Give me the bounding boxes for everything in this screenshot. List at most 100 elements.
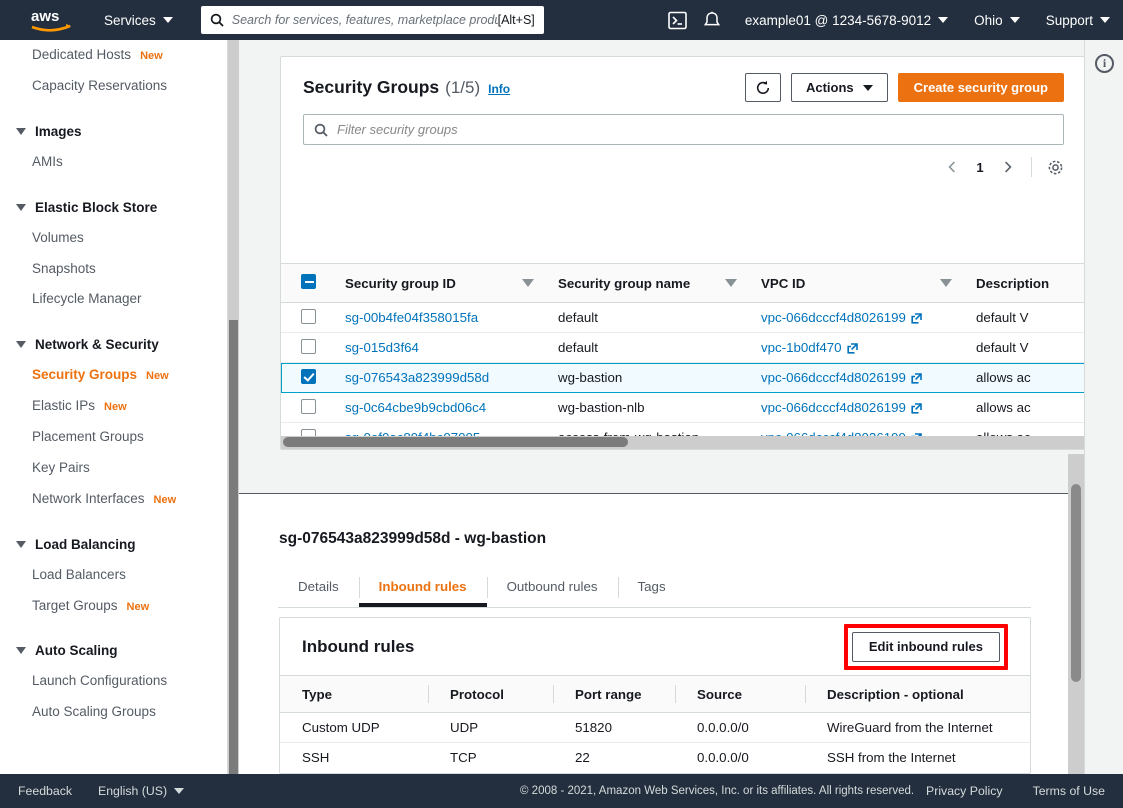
sidebar-scrollbar-thumb[interactable]	[229, 320, 238, 774]
tab-tags[interactable]: Tags	[617, 568, 686, 607]
filter-security-groups-input[interactable]	[337, 122, 1053, 137]
detail-panel-scrollbar[interactable]	[1068, 454, 1084, 774]
sidebar-group-network-security[interactable]: Network & Security	[0, 329, 227, 360]
filter-security-groups-box[interactable]	[303, 114, 1064, 145]
vpc-id-link[interactable]: vpc-066dcccf4d8026199	[761, 310, 906, 325]
sidebar-item-amis[interactable]: AMIs	[0, 147, 227, 178]
footer-left-group: Feedback English (US)	[18, 784, 185, 798]
sidebar-item-target-groups[interactable]: Target Groups New	[0, 591, 227, 622]
table-horizontal-scrollbar[interactable]	[281, 436, 1084, 449]
security-group-id-link[interactable]: sg-015d3f64	[345, 340, 419, 355]
privacy-policy-link[interactable]: Privacy Policy	[926, 784, 1003, 798]
language-selector[interactable]: English (US)	[98, 784, 185, 798]
sidebar-item-label: Dedicated Hosts	[32, 47, 132, 62]
sidebar-item-dedicated-hosts[interactable]: Dedicated Hosts New	[0, 40, 227, 71]
edit-inbound-rules-button[interactable]: Edit inbound rules	[851, 631, 1000, 662]
sidebar-group-elastic-block-store[interactable]: Elastic Block Store	[0, 192, 227, 223]
notifications-bell-icon[interactable]	[702, 10, 722, 30]
search-icon	[210, 13, 224, 27]
sidebar-item-label: Target Groups	[32, 597, 118, 613]
support-label: Support	[1045, 12, 1093, 28]
sidebar-item-auto-scaling-groups[interactable]: Auto Scaling Groups	[0, 697, 227, 728]
row-select-cell[interactable]	[281, 362, 335, 393]
sidebar-item-snapshots[interactable]: Snapshots	[0, 254, 227, 285]
sidebar-item-elastic-ips[interactable]: Elastic IPs New	[0, 391, 227, 422]
row-checkbox[interactable]	[301, 368, 316, 384]
page-previous-button[interactable]	[939, 154, 965, 180]
region-label: Ohio	[974, 12, 1003, 28]
refresh-button[interactable]	[744, 73, 781, 102]
sidebar-item-network-interfaces[interactable]: Network Interfaces New	[0, 484, 227, 515]
tab-details[interactable]: Details	[278, 568, 359, 607]
table-row[interactable]: sg-015d3f64 default vpc-1b0df470 default V	[281, 332, 1084, 363]
new-badge: New	[153, 493, 177, 506]
support-menu[interactable]: Support	[1033, 0, 1123, 40]
row-checkbox[interactable]	[301, 308, 316, 324]
sidebar-item-load-balancers[interactable]: Load Balancers	[0, 560, 227, 591]
sidebar-item-label: Network Interfaces	[32, 490, 145, 506]
row-select-cell[interactable]	[281, 392, 335, 423]
security-group-id-link[interactable]: sg-00b4fe04f358015fa	[345, 310, 478, 325]
cell-rule-protocol: TCP	[450, 750, 477, 766]
row-select-cell[interactable]	[281, 302, 335, 333]
security-groups-card: Security Groups (1/5) Info Actions Creat…	[280, 56, 1084, 450]
security-group-id-link[interactable]: sg-0c64cbe9b9cbd06c4	[345, 400, 486, 415]
new-badge: New	[126, 600, 150, 613]
row-checkbox[interactable]	[301, 398, 316, 414]
sidebar-item-lifecycle-manager[interactable]: Lifecycle Manager	[0, 284, 227, 315]
cell-vpc-id: vpc-1b0df470	[751, 332, 966, 363]
global-search-input[interactable]	[231, 13, 498, 27]
chevron-right-icon	[1005, 161, 1012, 173]
sidebar-item-placement-groups[interactable]: Placement Groups	[0, 422, 227, 453]
card-header-actions: Actions Create security group	[744, 73, 1064, 102]
main-content-area: Security Groups (1/5) Info Actions Creat…	[239, 40, 1084, 774]
sidebar-item-key-pairs[interactable]: Key Pairs	[0, 453, 227, 484]
create-security-group-button[interactable]: Create security group	[897, 73, 1064, 102]
sidebar-group-auto-scaling[interactable]: Auto Scaling	[0, 635, 227, 666]
sidebar-item-security-groups[interactable]: Security Groups New	[0, 360, 227, 391]
cell-rule-protocol: UDP	[428, 712, 553, 743]
page-next-button[interactable]	[995, 154, 1021, 180]
column-header-vpc-id[interactable]: VPC ID	[751, 263, 966, 303]
table-settings-button[interactable]	[1042, 154, 1068, 180]
sidebar-group-images[interactable]: Images	[0, 116, 227, 147]
info-link[interactable]: Info	[488, 82, 510, 96]
services-menu-button[interactable]: Services	[104, 13, 173, 28]
sidebar-item-volumes[interactable]: Volumes	[0, 223, 227, 254]
vpc-id-link[interactable]: vpc-1b0df470	[761, 340, 842, 355]
sidebar-item-launch-configurations[interactable]: Launch Configurations	[0, 666, 227, 697]
sidebar-group-load-balancing[interactable]: Load Balancing	[0, 529, 227, 560]
terms-of-use-link[interactable]: Terms of Use	[1033, 784, 1105, 798]
cloudshell-icon[interactable]	[668, 10, 688, 30]
table-horizontal-scrollbar-thumb[interactable]	[283, 437, 628, 447]
inbound-rules-card: Inbound rules Edit inbound rules Type Pr…	[279, 617, 1031, 774]
detail-panel-scrollbar-thumb[interactable]	[1071, 484, 1081, 682]
select-all-checkbox[interactable]	[301, 274, 316, 289]
sidebar-group-label: Images	[35, 123, 82, 139]
sidebar-item-capacity-reservations[interactable]: Capacity Reservations	[0, 71, 227, 102]
vpc-id-link[interactable]: vpc-066dcccf4d8026199	[761, 400, 906, 415]
table-row[interactable]: sg-076543a823999d58d wg-bastion vpc-066dcc…	[281, 362, 1084, 393]
region-menu[interactable]: Ohio	[961, 0, 1033, 40]
info-circle-icon[interactable]: i	[1095, 54, 1114, 73]
account-menu[interactable]: example01 @ 1234-5678-9012	[732, 0, 961, 40]
column-header-security-group-name[interactable]: Security group name	[548, 263, 751, 303]
global-search-box[interactable]: [Alt+S]	[200, 6, 544, 34]
feedback-link[interactable]: Feedback	[18, 784, 72, 798]
top-nav-right-group: example01 @ 1234-5678-9012 Ohio Support	[668, 0, 1123, 40]
page-number[interactable]: 1	[969, 160, 991, 175]
table-row[interactable]: sg-00b4fe04f358015fa default vpc-066dcccf4…	[281, 302, 1084, 333]
tab-outbound-rules[interactable]: Outbound rules	[486, 568, 618, 607]
actions-button[interactable]: Actions	[790, 73, 888, 102]
table-row[interactable]: sg-0c64cbe9b9cbd06c4 wg-bastion-nlb vpc-06…	[281, 392, 1084, 423]
security-group-id-link[interactable]: sg-076543a823999d58d	[345, 370, 489, 385]
row-select-cell[interactable]	[281, 332, 335, 363]
vpc-id-link[interactable]: vpc-066dcccf4d8026199	[761, 370, 906, 385]
column-header-security-group-id[interactable]: Security group ID	[335, 263, 548, 303]
tab-inbound-rules[interactable]: Inbound rules	[358, 568, 487, 607]
row-checkbox[interactable]	[301, 338, 316, 354]
aws-logo[interactable]: aws	[30, 7, 72, 33]
sidebar-scrollbar[interactable]	[228, 40, 239, 774]
detail-panel-tabs: Details Inbound rules Outbound rules Tags	[278, 568, 1031, 608]
column-header-description[interactable]: Description	[966, 263, 1084, 303]
